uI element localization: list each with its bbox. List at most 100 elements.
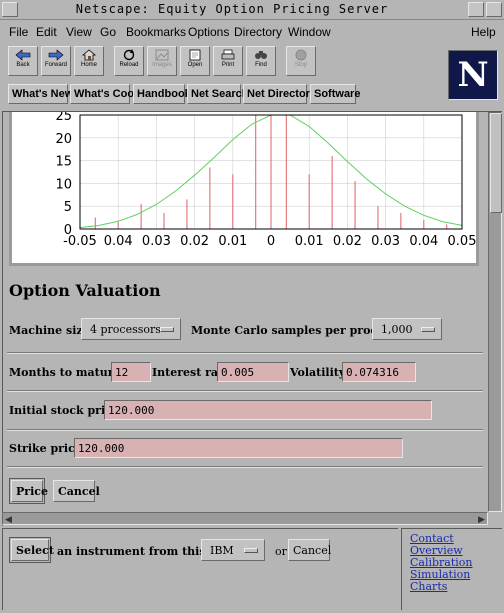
reload-button[interactable]: Reload — [114, 46, 144, 76]
netscape-logo[interactable]: N — [448, 50, 498, 100]
nav-link-charts[interactable]: Charts — [410, 580, 447, 593]
interest-input[interactable]: 0.005 — [217, 362, 289, 382]
instrument-frame: Select an instrument from this list IBM … — [2, 528, 398, 610]
volatility-input[interactable]: 0.074316 — [342, 362, 416, 382]
x-tick-label: 0.02 — [333, 234, 362, 249]
whats-cool-button[interactable]: What's Cool — [70, 84, 137, 104]
dropdown-indicator-icon — [244, 548, 258, 553]
or-text: or — [275, 545, 287, 558]
net-directory-button[interactable]: Net Directory — [243, 84, 316, 104]
instrument-cancel-button[interactable]: Cancel — [288, 539, 331, 561]
y-tick-label: 5 — [64, 200, 72, 215]
volatility-label: Volatility: — [290, 366, 350, 379]
dropdown-indicator-icon — [421, 327, 435, 332]
menu-bookmarks[interactable]: Bookmarks — [126, 25, 186, 39]
find-button[interactable]: Find — [246, 46, 276, 76]
menu-view[interactable]: View — [66, 25, 92, 39]
x-tick-label: 0.01 — [295, 234, 324, 249]
binoculars-icon — [255, 51, 267, 59]
x-tick-label: 0.02 — [180, 234, 209, 249]
mc-samples-value: 1,000 — [381, 323, 413, 336]
horizontal-scrollbar[interactable]: ◀ ▶ — [2, 512, 488, 525]
strike-prices-input[interactable]: 120.000 — [74, 438, 403, 458]
x-tick-label: -0.05 — [63, 234, 97, 249]
nav-frame: Contact Overview Calibration Simulation … — [401, 528, 502, 610]
divider — [7, 352, 483, 354]
menu-help[interactable]: Help — [471, 25, 496, 39]
forward-arrow-icon — [48, 49, 64, 61]
menu-bar: File Edit View Go Bookmarks Options Dire… — [0, 21, 504, 43]
y-tick-label: 20 — [55, 132, 72, 147]
scroll-left-icon[interactable]: ◀ — [5, 514, 12, 525]
x-tick-label: 0.01 — [218, 234, 247, 249]
x-tick-label: 0.04 — [104, 234, 133, 249]
instrument-value: IBM — [210, 544, 234, 557]
software-button[interactable]: Software — [310, 84, 360, 104]
distribution-chart: 0510152025-0.05 0.04 0.03 0.02 0.01 0 0.01 0.02… — [55, 111, 476, 249]
reload-label: Reload — [119, 62, 139, 68]
open-button[interactable]: Open — [180, 46, 210, 76]
menu-directory[interactable]: Directory — [234, 25, 282, 39]
price-button-frame: Price — [9, 478, 48, 504]
window-menu-button[interactable] — [2, 2, 18, 17]
cancel-button[interactable]: Cancel — [53, 480, 100, 502]
forward-label: Forward — [44, 62, 67, 68]
stop-icon — [295, 49, 307, 61]
stop-button[interactable]: Stop — [286, 46, 316, 76]
x-tick-label: 0.03 — [371, 234, 400, 249]
divider — [7, 429, 483, 431]
vertical-scrollbar[interactable] — [488, 112, 502, 512]
menu-go[interactable]: Go — [100, 25, 116, 39]
stop-label: Stop — [294, 62, 308, 68]
back-arrow-icon — [15, 49, 31, 61]
home-button[interactable]: Home — [74, 46, 104, 76]
x-tick-label: 0.04 — [409, 234, 438, 249]
instrument-select[interactable]: IBM — [201, 539, 265, 561]
open-label: Open — [187, 62, 203, 68]
mc-samples-select[interactable]: 1,000 — [372, 318, 442, 340]
images-label: Images — [152, 62, 172, 68]
machine-size-value: 4 processors — [90, 323, 161, 336]
printer-icon — [221, 49, 235, 60]
home-icon — [81, 49, 97, 61]
images-icon — [155, 49, 169, 61]
divider — [7, 466, 483, 468]
select-button-frame: Select — [9, 537, 54, 563]
net-search-button[interactable]: Net Search — [187, 84, 248, 104]
chart-frame: 0 5 10 15 20 25 -0.05 0.04 0.03 0.02 0.01 0 0.01 0.02… — [9, 111, 479, 266]
stock-prices-input[interactable]: 120.000 — [104, 400, 432, 420]
x-tick-label: 0.03 — [142, 234, 171, 249]
forward-button[interactable]: Forward — [41, 46, 71, 76]
handbook-button[interactable]: Handbook — [133, 84, 191, 104]
x-tick-label: 0 — [267, 234, 275, 249]
netscape-logo-letter: N — [457, 55, 489, 95]
home-label: Home — [80, 62, 97, 68]
select-button[interactable]: Select — [11, 539, 54, 561]
whats-new-button[interactable]: What's New — [8, 84, 73, 104]
y-tick-label: 25 — [55, 111, 72, 124]
divider — [7, 390, 483, 392]
menu-file[interactable]: File — [9, 25, 28, 39]
y-tick-label: 10 — [55, 177, 72, 192]
months-input[interactable]: 12 — [111, 362, 151, 382]
section-title: Option Valuation — [9, 281, 161, 300]
scroll-right-icon[interactable]: ▶ — [478, 514, 485, 525]
minimize-button[interactable] — [468, 2, 484, 17]
back-button[interactable]: Back — [8, 46, 38, 76]
back-label: Back — [16, 62, 30, 68]
window-title: Netscape: Equity Option Pricing Server — [75, 2, 389, 16]
menu-window[interactable]: Window — [288, 25, 331, 39]
menu-options[interactable]: Options — [188, 25, 229, 39]
print-button[interactable]: Print — [213, 46, 243, 76]
vertical-scroll-thumb[interactable] — [490, 113, 502, 213]
open-icon — [189, 49, 201, 61]
images-button[interactable]: Images — [147, 46, 177, 76]
machine-size-select[interactable]: 4 processors — [81, 318, 181, 340]
title-bar: Netscape: Equity Option Pricing Server — [0, 0, 504, 20]
menu-edit[interactable]: Edit — [36, 25, 57, 39]
dropdown-indicator-icon — [160, 327, 174, 332]
y-tick-label: 15 — [55, 155, 72, 170]
price-button[interactable]: Price — [11, 480, 48, 502]
maximize-button[interactable] — [486, 2, 502, 17]
content-frame: 0 5 10 15 20 25 -0.05 0.04 0.03 0.02 0.01 0 0.01 0.02… — [2, 111, 502, 526]
